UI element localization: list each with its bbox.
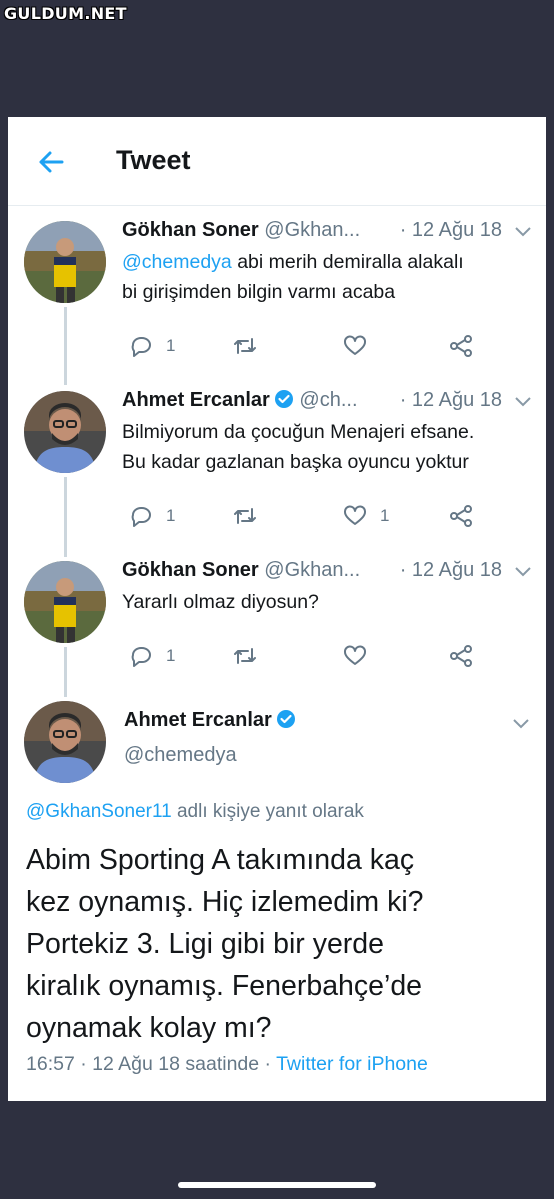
thread-tweet[interactable]: Ahmet Ercanlar @ch... · 12 Ağu 18 Bilmiy… — [8, 389, 546, 549]
author-name[interactable]: Gökhan Soner — [122, 219, 259, 241]
author-handle[interactable]: @chemedya — [124, 744, 296, 767]
retweet-icon — [234, 338, 256, 354]
verified-badge-icon — [276, 710, 295, 728]
share-button[interactable] — [448, 641, 474, 671]
share-button[interactable] — [448, 501, 474, 531]
page-title: Tweet — [116, 145, 191, 175]
tweet-text: Yararlı olmaz diyosun? — [122, 587, 532, 617]
chevron-down-icon[interactable] — [514, 565, 532, 579]
like-icon — [344, 505, 366, 525]
author-handle[interactable]: @Gkhan... — [264, 219, 360, 241]
reply-count: 1 — [166, 506, 176, 525]
tweet-date[interactable]: · 12 Ağu 18 — [400, 219, 502, 242]
chevron-down-icon[interactable] — [512, 717, 530, 731]
share-button[interactable] — [448, 331, 474, 361]
action-bar: 1 — [122, 641, 502, 671]
like-button[interactable] — [342, 641, 380, 671]
reply-icon — [131, 337, 151, 357]
share-icon — [450, 335, 472, 357]
retweet-icon — [234, 508, 256, 524]
tweet-header: Gökhan Soner @Gkhan... · 12 Ağu 18 — [122, 219, 532, 249]
reply-count: 1 — [166, 646, 176, 665]
tweet-text-line: Abim Sporting A takımında kaç — [26, 844, 415, 876]
main-tweet: Ahmet Ercanlar @chemedya @GkhanSoner11 a… — [8, 701, 546, 1091]
chevron-down-icon[interactable] — [514, 225, 532, 239]
retweet-button[interactable] — [232, 331, 270, 361]
avatar[interactable] — [24, 701, 106, 783]
reply-icon — [131, 507, 151, 527]
author-name[interactable]: Ahmet Ercanlar — [122, 389, 270, 411]
action-bar: 1 1 — [122, 501, 502, 531]
tweet-text-line: Bu kadar gazlanan başka oyuncu yoktur — [122, 451, 469, 473]
timestamp[interactable]: 16:57 · 12 Ağu 18 saatinde · — [26, 1053, 276, 1075]
avatar[interactable] — [24, 391, 106, 473]
reply-button[interactable]: 1 — [128, 331, 175, 361]
mention-link[interactable]: @GkhanSoner11 — [26, 801, 172, 822]
avatar[interactable] — [24, 221, 106, 303]
watermark-logo: GULDUM.NET — [4, 4, 127, 23]
reply-count: 1 — [166, 336, 176, 355]
like-count: 1 — [380, 506, 390, 525]
action-bar: 1 — [122, 331, 502, 361]
like-button[interactable] — [342, 331, 380, 361]
retweet-button[interactable] — [232, 501, 270, 531]
like-icon — [344, 335, 366, 355]
tweet-date[interactable]: · 12 Ağu 18 — [400, 559, 502, 582]
reply-icon — [131, 647, 151, 667]
source-link[interactable]: Twitter for iPhone — [276, 1053, 428, 1075]
back-arrow-icon[interactable] — [36, 147, 66, 177]
thread-tweet[interactable]: Gökhan Soner @Gkhan... · 12 Ağu 18 @chem… — [8, 219, 546, 379]
tweet-header: Gökhan Soner @Gkhan... · 12 Ağu 18 — [122, 559, 532, 589]
tweet-text-line: oynamak kolay mı? — [26, 1012, 272, 1044]
retweet-button[interactable] — [232, 641, 270, 671]
header: Tweet — [8, 117, 546, 206]
author-handle[interactable]: @ch... — [299, 389, 357, 411]
tweet-text-line: abi merih demiralla alakalı — [237, 251, 464, 273]
tweet-text: @chemedya abi merih demiralla alakalı bi… — [122, 247, 532, 307]
author-name[interactable]: Ahmet Ercanlar — [124, 709, 272, 731]
avatar[interactable] — [24, 561, 106, 643]
share-icon — [450, 505, 472, 527]
tweet-text-line: Portekiz 3. Ligi gibi bir yerde — [26, 928, 385, 960]
reply-context: @GkhanSoner11 adlı kişiye yanıt olarak — [26, 801, 364, 823]
tweet-text-line: Bilmiyorum da çocuğun Menajeri efsane. — [122, 421, 475, 443]
mention-link[interactable]: @chemedya — [122, 251, 232, 273]
main-author: Ahmet Ercanlar @chemedya — [124, 709, 296, 767]
main-tweet-text: Abim Sporting A takımında kaç kez oynamı… — [26, 839, 526, 1049]
tweet-meta: 16:57 · 12 Ağu 18 saatinde · Twitter for… — [26, 1053, 428, 1076]
author-name-row: Ahmet Ercanlar — [124, 709, 296, 732]
chevron-down-icon[interactable] — [514, 395, 532, 409]
author-handle[interactable]: @Gkhan... — [264, 559, 360, 581]
share-icon — [450, 645, 472, 667]
tweet-text: Bilmiyorum da çocuğun Menajeri efsane. B… — [122, 417, 532, 477]
tweet-text-line: kez oynamış. Hiç izlemedim ki? — [26, 886, 424, 918]
reply-button[interactable]: 1 — [128, 641, 175, 671]
tweet-header: Ahmet Ercanlar @ch... · 12 Ağu 18 — [122, 389, 532, 419]
author-name[interactable]: Gökhan Soner — [122, 559, 259, 581]
tweet-date[interactable]: · 12 Ağu 18 — [400, 389, 502, 412]
verified-badge-icon — [274, 390, 293, 408]
tweet-text-line: bi girişimden bilgin varmı acaba — [122, 281, 396, 303]
tweet-card: Tweet Gökhan Soner @Gkhan... · 12 Ağu 18 — [8, 117, 546, 1101]
like-icon — [344, 645, 366, 665]
reply-button[interactable]: 1 — [128, 501, 175, 531]
tweet-text-line: Yararlı olmaz diyosun? — [122, 591, 319, 613]
like-button[interactable]: 1 — [342, 501, 389, 531]
home-indicator[interactable] — [178, 1182, 376, 1188]
retweet-icon — [234, 648, 256, 664]
thread-tweet[interactable]: Gökhan Soner @Gkhan... · 12 Ağu 18 Yarar… — [8, 559, 546, 689]
reply-context-text: adlı kişiye yanıt olarak — [171, 801, 364, 822]
tweet-text-line: kiralık oynamış. Fenerbahçe’de — [26, 970, 423, 1002]
